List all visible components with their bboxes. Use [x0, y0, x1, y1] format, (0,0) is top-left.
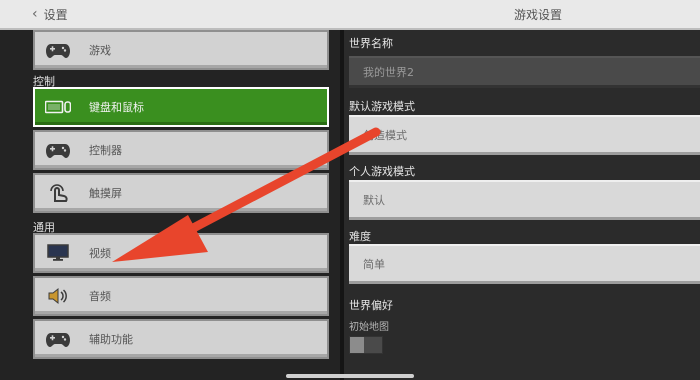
red-arrow-icon [112, 127, 381, 262]
